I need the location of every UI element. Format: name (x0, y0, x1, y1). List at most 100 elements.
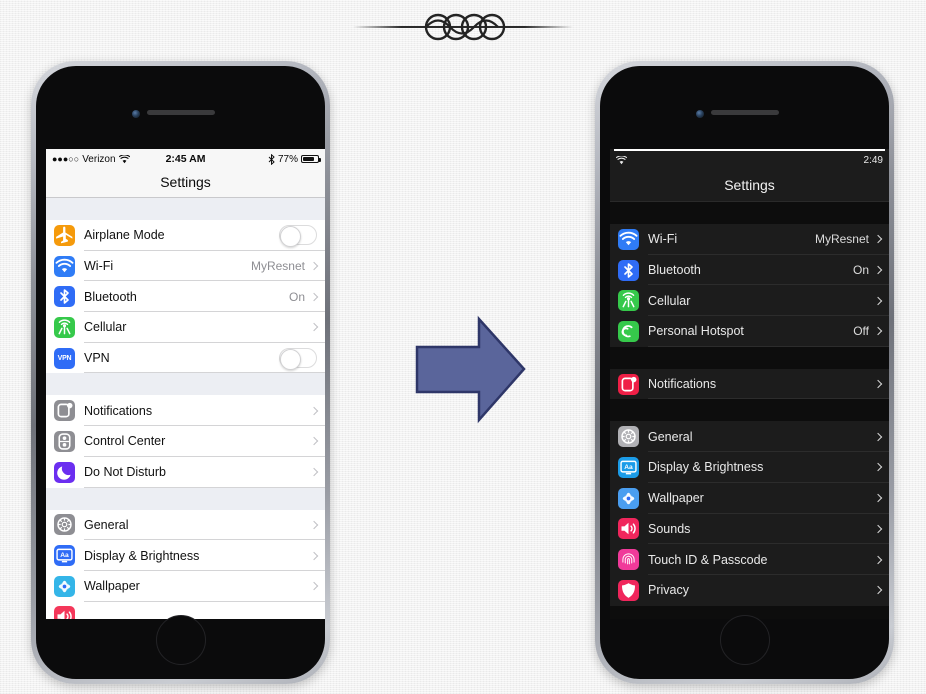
chevron-right-icon (873, 432, 883, 442)
settings-row-label: Do Not Disturb (84, 465, 166, 480)
chevron-right-icon (873, 463, 883, 472)
iphone-device-left: ●●●○○ Verizon 2:45 AM 77% Settings Airpl… (31, 61, 330, 684)
settings-row-accessory (309, 406, 319, 416)
home-button[interactable] (155, 615, 206, 665)
settings-row[interactable]: Notifications (46, 395, 325, 427)
settings-row[interactable]: Privacy (610, 574, 889, 606)
wifi-icon (618, 228, 639, 250)
settings-row-label: Cellular (84, 320, 127, 335)
svg-text:Aa: Aa (624, 464, 633, 471)
display-brightness-icon: Aa (618, 456, 639, 478)
svg-text:Aa: Aa (60, 552, 69, 559)
settings-row-label: Notifications (84, 403, 153, 418)
signal-strength-icon: ●●●○○ (52, 154, 80, 164)
settings-row-label: Wallpaper (648, 491, 704, 506)
chevron-right-icon (873, 379, 883, 389)
bluetooth-icon (268, 153, 275, 165)
settings-row-accessory (873, 463, 883, 472)
chevron-right-icon (873, 555, 883, 564)
settings-row-accessory (309, 467, 319, 477)
settings-row[interactable]: Aa Display & Brightness (610, 452, 889, 483)
front-camera-icon (696, 110, 704, 118)
settings-row-value: On (288, 289, 305, 304)
home-button[interactable] (719, 615, 770, 665)
settings-row-label: Wi-Fi (84, 259, 114, 274)
settings-row[interactable]: Aa Display & Brightness (46, 540, 325, 571)
settings-row-label: Display & Brightness (84, 548, 200, 563)
top-highlight-line (614, 149, 885, 151)
earpiece-speaker (146, 110, 215, 115)
settings-row-accessory (873, 296, 883, 305)
general-gear-icon (54, 514, 75, 536)
settings-row-label: Bluetooth (84, 289, 137, 304)
display-brightness-icon: Aa (54, 545, 75, 567)
settings-row[interactable]: Bluetooth On (610, 254, 889, 286)
settings-row-accessory (873, 555, 883, 564)
settings-row[interactable]: General (610, 421, 889, 453)
iphone-device-right: 2:49 Settings Wi-Fi MyResnet Bluetooth On Ce… (595, 61, 894, 684)
privacy-icon (618, 579, 639, 601)
settings-row-value: MyResnet (814, 232, 869, 247)
settings-row[interactable]: Touch ID & Passcode (610, 544, 889, 575)
settings-row-accessory (309, 581, 319, 591)
sounds-icon (618, 518, 639, 540)
settings-row-accessory (279, 225, 317, 247)
settings-row[interactable]: Sounds (610, 513, 889, 545)
settings-row[interactable]: Wi-Fi MyResnet (46, 250, 325, 282)
ornament-divider (353, 13, 573, 41)
general-gear-icon (618, 426, 639, 448)
settings-row-accessory: On (288, 289, 319, 304)
airplane-icon (54, 224, 75, 246)
chevron-right-icon (309, 437, 319, 446)
settings-row-label: General (648, 429, 693, 444)
settings-row[interactable]: Cellular (610, 285, 889, 317)
settings-row[interactable]: Notifications (610, 368, 889, 400)
settings-row[interactable]: Airplane Mode (46, 220, 325, 251)
chevron-right-icon (309, 406, 319, 416)
group-gap (610, 346, 889, 369)
settings-list-dark[interactable]: Wi-Fi MyResnet Bluetooth On Cellular Personal… (610, 202, 889, 619)
settings-row-label: Wallpaper (84, 579, 140, 594)
group-gap (610, 399, 889, 422)
settings-row[interactable]: Personal Hotspot Off (610, 316, 889, 347)
chevron-right-icon (309, 551, 319, 560)
screen-light: ●●●○○ Verizon 2:45 AM 77% Settings Airpl… (46, 149, 325, 619)
chevron-right-icon (309, 467, 319, 477)
toggle-switch[interactable] (279, 348, 317, 370)
settings-row-accessory: MyResnet (251, 259, 319, 273)
settings-row[interactable]: Wallpaper (610, 482, 889, 514)
status-bar-light: ●●●○○ Verizon 2:45 AM 77% (46, 149, 325, 169)
chevron-right-icon (873, 296, 883, 305)
nav-title-dark: Settings (610, 171, 889, 202)
toggle-switch[interactable] (279, 225, 317, 247)
cellular-icon (618, 290, 639, 312)
settings-list-light[interactable]: Airplane Mode Wi-Fi MyResnet Bluetooth On Cel… (46, 198, 325, 619)
settings-row-accessory: On (852, 263, 883, 278)
settings-row-accessory (873, 524, 883, 534)
settings-row[interactable]: Cellular (46, 312, 325, 343)
settings-row[interactable]: Bluetooth On (46, 281, 325, 313)
wallpaper-icon (54, 575, 75, 597)
settings-row[interactable]: Do Not Disturb (46, 456, 325, 488)
sounds-icon (54, 606, 75, 619)
wifi-icon (54, 255, 75, 277)
settings-row-label: Touch ID & Passcode (648, 552, 768, 567)
settings-row-value: On (852, 263, 869, 278)
settings-row[interactable]: VPN VPN (46, 342, 325, 374)
settings-row-accessory (873, 585, 883, 595)
group-gap (46, 487, 325, 510)
chevron-right-icon (873, 585, 883, 595)
chevron-right-icon (873, 524, 883, 534)
wifi-icon (616, 155, 627, 164)
bluetooth-icon (618, 259, 639, 281)
settings-row[interactable]: General (46, 509, 325, 541)
chevron-right-icon (873, 493, 883, 503)
settings-row-label: Wi-Fi (648, 232, 678, 247)
wallpaper-icon (618, 487, 639, 509)
settings-row-label: Personal Hotspot (648, 324, 744, 339)
chevron-right-icon (873, 235, 883, 244)
settings-row-accessory: Off (853, 324, 883, 338)
settings-row[interactable]: Wi-Fi MyResnet (610, 224, 889, 255)
settings-row[interactable]: Control Center (46, 426, 325, 457)
settings-row[interactable]: Wallpaper (46, 570, 325, 602)
